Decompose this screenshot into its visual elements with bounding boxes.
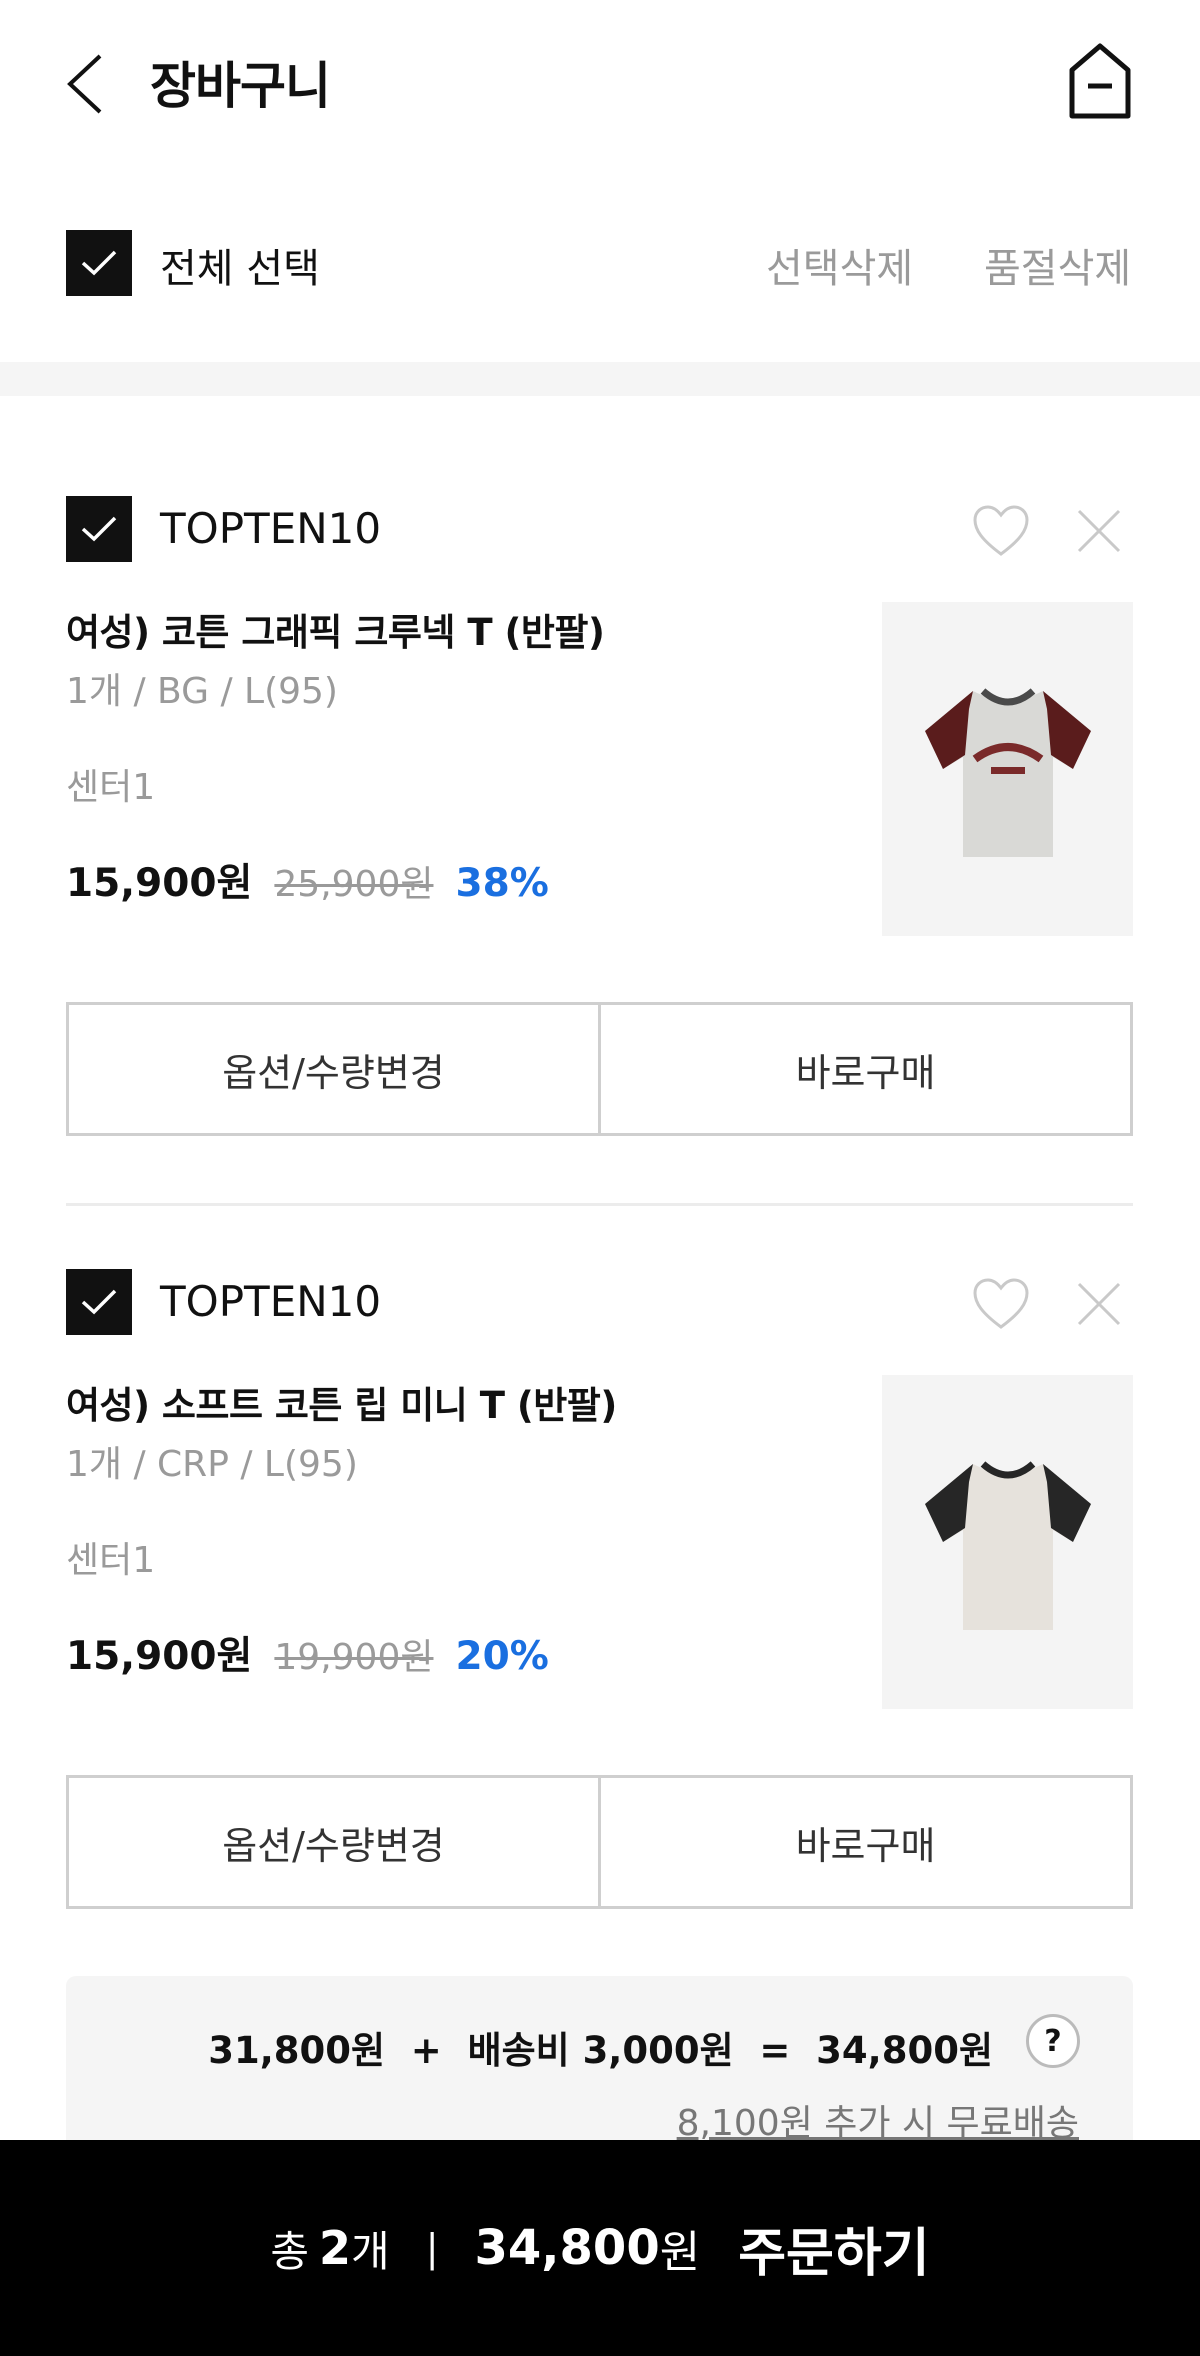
brand-name[interactable]: TOPTEN10 — [160, 1277, 381, 1326]
buy-now-button[interactable]: 바로구매 — [598, 1005, 1130, 1133]
product-thumbnail[interactable] — [882, 1375, 1133, 1709]
heart-icon — [973, 505, 1029, 556]
tshirt-image — [924, 688, 1091, 857]
original-price: 25,900원 — [274, 864, 434, 905]
bar-separator: | — [425, 2226, 439, 2270]
heart-icon — [973, 1278, 1029, 1329]
fulfillment-center: 센터1 — [66, 767, 156, 808]
header: 장바구니 — [0, 0, 1200, 170]
product-option: 1개 / CRP / L(95) — [66, 1444, 358, 1485]
brand-name[interactable]: TOPTEN10 — [160, 504, 381, 553]
tshirt-image — [924, 1461, 1091, 1630]
checkmark-icon — [81, 516, 117, 542]
select-all-checkbox[interactable] — [66, 230, 132, 296]
product-name[interactable]: 여성) 소프트 코튼 립 미니 T (반팔) — [66, 1375, 617, 1429]
sale-price: 15,900원 — [66, 1634, 253, 1679]
order-bar[interactable]: 총 2 개 | 34,800 원 주문하기 — [0, 2140, 1200, 2356]
total-amount-unit: 원 — [659, 2227, 701, 2278]
select-all-label[interactable]: 전체 선택 — [160, 236, 320, 294]
price-row: 15,900원 19,900원 20% — [66, 1625, 549, 1681]
delete-soldout-button[interactable]: 품절삭제 — [984, 236, 1131, 294]
discount-rate: 20% — [455, 1634, 549, 1679]
delete-selected-button[interactable]: 선택삭제 — [766, 236, 913, 294]
total-amount: 34,800 — [474, 2220, 660, 2276]
checkmark-icon — [81, 250, 117, 276]
home-button[interactable] — [1062, 40, 1138, 124]
total-count-label: 총 — [270, 2226, 310, 2276]
page-title: 장바구니 — [150, 57, 331, 115]
order-button[interactable]: 주문하기 — [738, 2211, 929, 2286]
chevron-left-icon — [67, 54, 102, 114]
item-actions: 옵션/수량변경 바로구매 — [66, 1002, 1133, 1136]
back-button[interactable] — [56, 48, 112, 120]
total-count: 2 — [319, 2221, 352, 2275]
price-row: 15,900원 25,900원 38% — [66, 852, 549, 908]
sale-price: 15,900원 — [66, 861, 253, 906]
home-icon — [1069, 43, 1131, 119]
item-checkbox[interactable] — [66, 1269, 132, 1335]
product-name[interactable]: 여성) 코튼 그래픽 크루넥 T (반팔) — [66, 602, 605, 656]
wishlist-button[interactable] — [972, 1277, 1030, 1331]
remove-item-button[interactable] — [1074, 506, 1124, 556]
product-option: 1개 / BG / L(95) — [66, 671, 338, 712]
wishlist-button[interactable] — [972, 504, 1030, 558]
close-icon — [1077, 509, 1121, 553]
shipping-help-button[interactable]: ? — [1026, 2014, 1080, 2068]
change-option-button[interactable]: 옵션/수량변경 — [69, 1005, 598, 1133]
checkmark-icon — [81, 1289, 117, 1315]
section-divider — [0, 362, 1200, 396]
change-option-button[interactable]: 옵션/수량변경 — [69, 1778, 598, 1906]
original-price: 19,900원 — [274, 1637, 434, 1678]
product-thumbnail[interactable] — [882, 602, 1133, 936]
item-checkbox[interactable] — [66, 496, 132, 562]
fulfillment-center: 센터1 — [66, 1540, 156, 1581]
free-shipping-note: 8,100원 추가 시 무료배송 — [676, 2103, 1079, 2144]
total-count-unit: 개 — [351, 2226, 390, 2276]
summary-total-line: 31,800원 + 배송비 3,000원 = 34,800원 — [208, 2029, 993, 2072]
buy-now-button[interactable]: 바로구매 — [598, 1778, 1130, 1906]
item-actions: 옵션/수량변경 바로구매 — [66, 1775, 1133, 1909]
discount-rate: 38% — [455, 861, 549, 906]
remove-item-button[interactable] — [1074, 1279, 1124, 1329]
close-icon — [1077, 1282, 1121, 1326]
item-divider — [66, 1203, 1133, 1206]
